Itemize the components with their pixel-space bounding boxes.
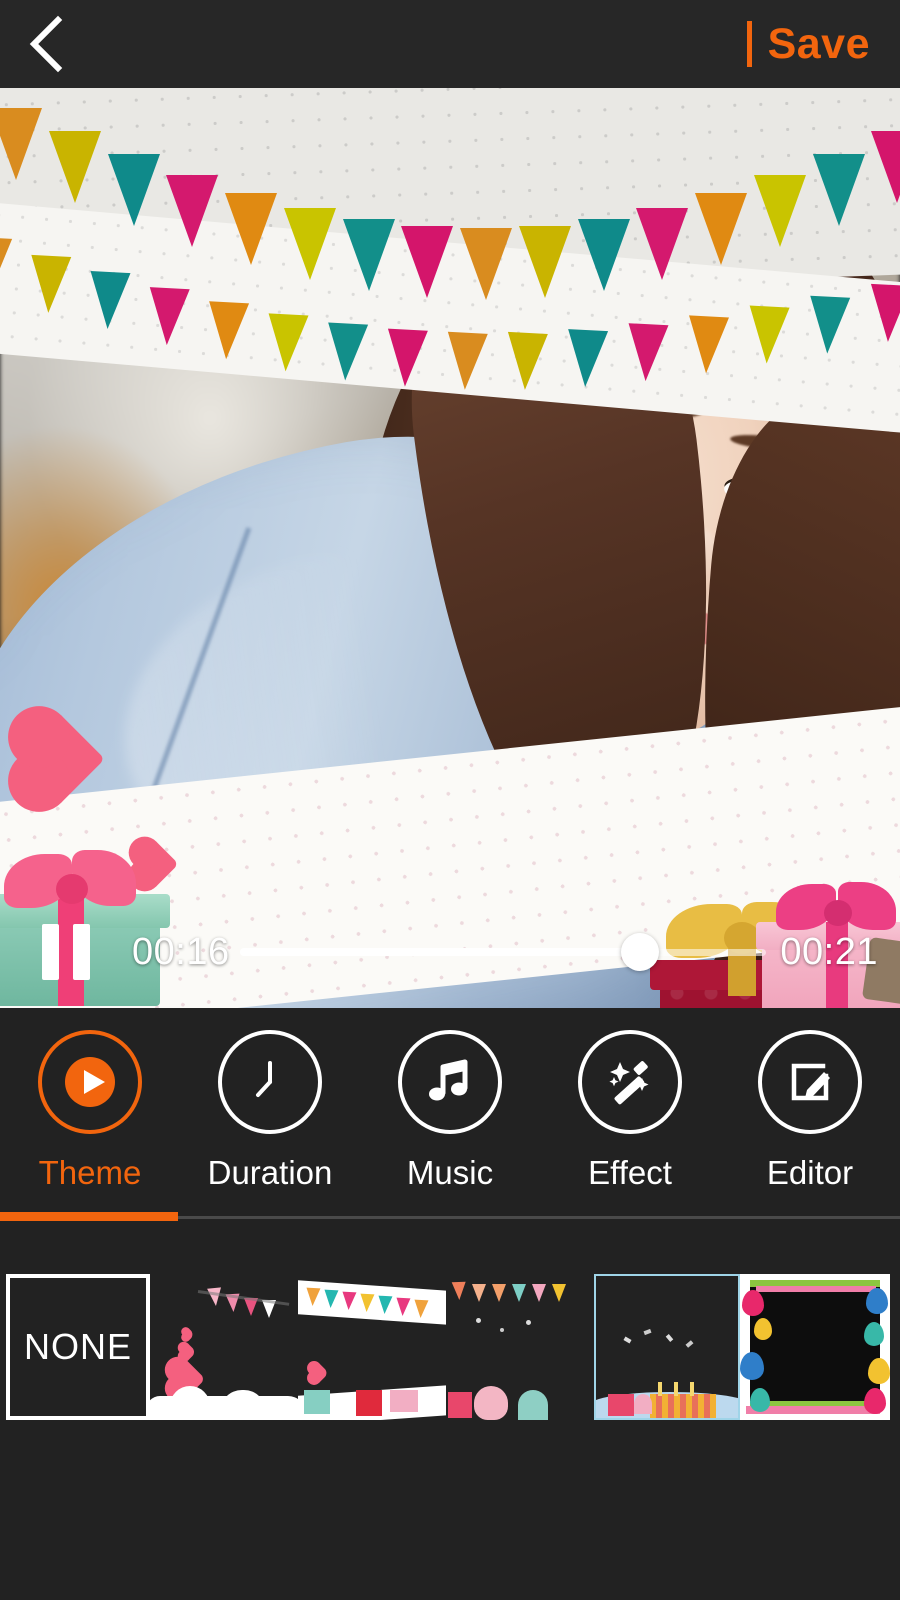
bunting-flag [625,323,669,383]
bunting-flag [107,153,160,226]
bunting-flag [871,131,900,204]
bunting-flag [146,287,190,347]
save-button[interactable]: Save [746,19,900,68]
tab-editor[interactable]: Editor [720,1008,900,1220]
theme-thumbnail-love[interactable] [150,1274,298,1420]
seek-bar[interactable] [239,896,767,1008]
bunting-flag [325,322,369,382]
music-note-icon [398,1030,502,1134]
theme-none-label: NONE [23,1326,132,1367]
bunting-flag [28,254,72,314]
back-button[interactable] [0,0,96,88]
bunting-flag [695,192,747,265]
bunting-flag [746,305,790,366]
seek-track-fill [239,948,640,956]
tab-active-indicator [0,1212,178,1221]
theme-thumbnail-balloons[interactable] [740,1274,890,1420]
current-time-label: 00:16 [132,931,230,973]
video-editor-screen: Save 00:16 00:21 Theme Duration Music Ef… [0,0,900,1600]
save-divider [746,21,752,67]
tab-theme[interactable]: Theme [0,1008,180,1220]
bunting-flag [206,301,250,361]
bunting-flag [265,312,309,372]
bunting-flag [0,108,42,180]
magic-wand-icon [578,1030,682,1134]
bunting-flag [565,328,609,388]
theme-thumbnail-confetti[interactable] [446,1274,594,1420]
pause-button[interactable] [0,896,132,1008]
bunting-flag [812,153,865,226]
tab-duration[interactable]: Duration [180,1008,360,1220]
tab-editor-label: Editor [766,1154,854,1191]
bunting-flag [444,331,488,391]
bunting-flag [225,192,277,265]
tab-theme-label: Theme [38,1154,142,1191]
playback-bar: 00:16 00:21 [0,896,900,1008]
theme-thumbnail-strip[interactable]: NONE [0,1222,900,1600]
seek-thumb[interactable] [620,933,659,971]
bunting-flag [577,218,630,291]
bunting-flag [283,207,336,280]
bunting-flag [867,283,900,343]
video-preview[interactable]: 00:16 00:21 [0,88,900,1008]
theme-thumbnail-none[interactable]: NONE [6,1274,150,1420]
pause-icon [42,924,90,980]
bunting-flag [384,328,428,388]
bunting-flag [636,207,689,280]
tab-music[interactable]: Music [360,1008,540,1220]
tab-effect-label: Effect [588,1154,672,1191]
bunting-flag [48,131,101,204]
play-circle-icon [38,1030,142,1134]
total-time-label: 00:21 [780,931,878,973]
tool-tab-bar: Theme Duration Music Effect Editor [0,1008,900,1220]
theme-thumbnail-party[interactable] [298,1274,446,1420]
top-bar: Save [0,0,900,88]
bunting-flag [753,174,806,247]
bunting-flag [87,271,131,331]
save-label: Save [767,19,870,68]
clock-icon [218,1030,322,1134]
tab-effect[interactable]: Effect [540,1008,720,1220]
bunting-flag [342,218,395,291]
bunting-flag [504,331,548,391]
pencil-square-icon [758,1030,862,1134]
bunting-flag [401,225,454,298]
bunting-flag [460,228,512,300]
bunting-flag [166,174,219,247]
bunting-flag [807,295,851,355]
theme-thumbnail-cake[interactable] [594,1274,740,1420]
tab-music-label: Music [406,1154,494,1191]
chevron-left-icon [26,14,70,74]
tab-duration-label: Duration [207,1154,333,1191]
bunting-flag [686,315,729,375]
bunting-flag [518,225,571,298]
